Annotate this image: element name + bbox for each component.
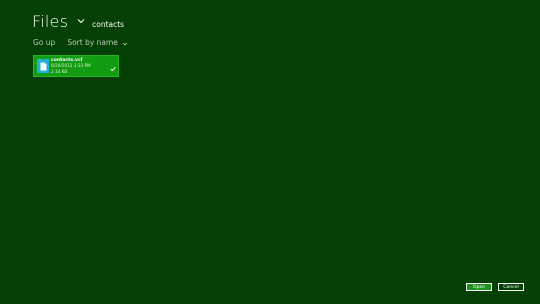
current-folder-label: contacts xyxy=(92,20,125,29)
sort-by-name-button[interactable]: Sort by name xyxy=(67,38,128,47)
cancel-button[interactable]: Cancel xyxy=(498,283,524,291)
page-title: Files xyxy=(32,12,69,31)
checkmark-icon xyxy=(110,57,116,72)
chevron-down-icon xyxy=(122,40,128,46)
open-button[interactable]: Open xyxy=(466,283,492,291)
document-icon xyxy=(37,59,49,73)
file-details: contacts.vcf 6/20/2012 3:33 PM 2.14 KB xyxy=(51,58,91,74)
file-size: 2.14 KB xyxy=(51,68,68,74)
header: Files contacts xyxy=(32,12,124,31)
sort-label: Sort by name xyxy=(67,38,118,47)
chevron-down-icon[interactable] xyxy=(76,11,86,24)
go-up-button[interactable]: Go up xyxy=(33,38,55,47)
file-tile-contacts[interactable]: contacts.vcf 6/20/2012 3:33 PM 2.14 KB xyxy=(33,55,119,77)
command-bar: Go up Sort by name xyxy=(33,38,128,47)
